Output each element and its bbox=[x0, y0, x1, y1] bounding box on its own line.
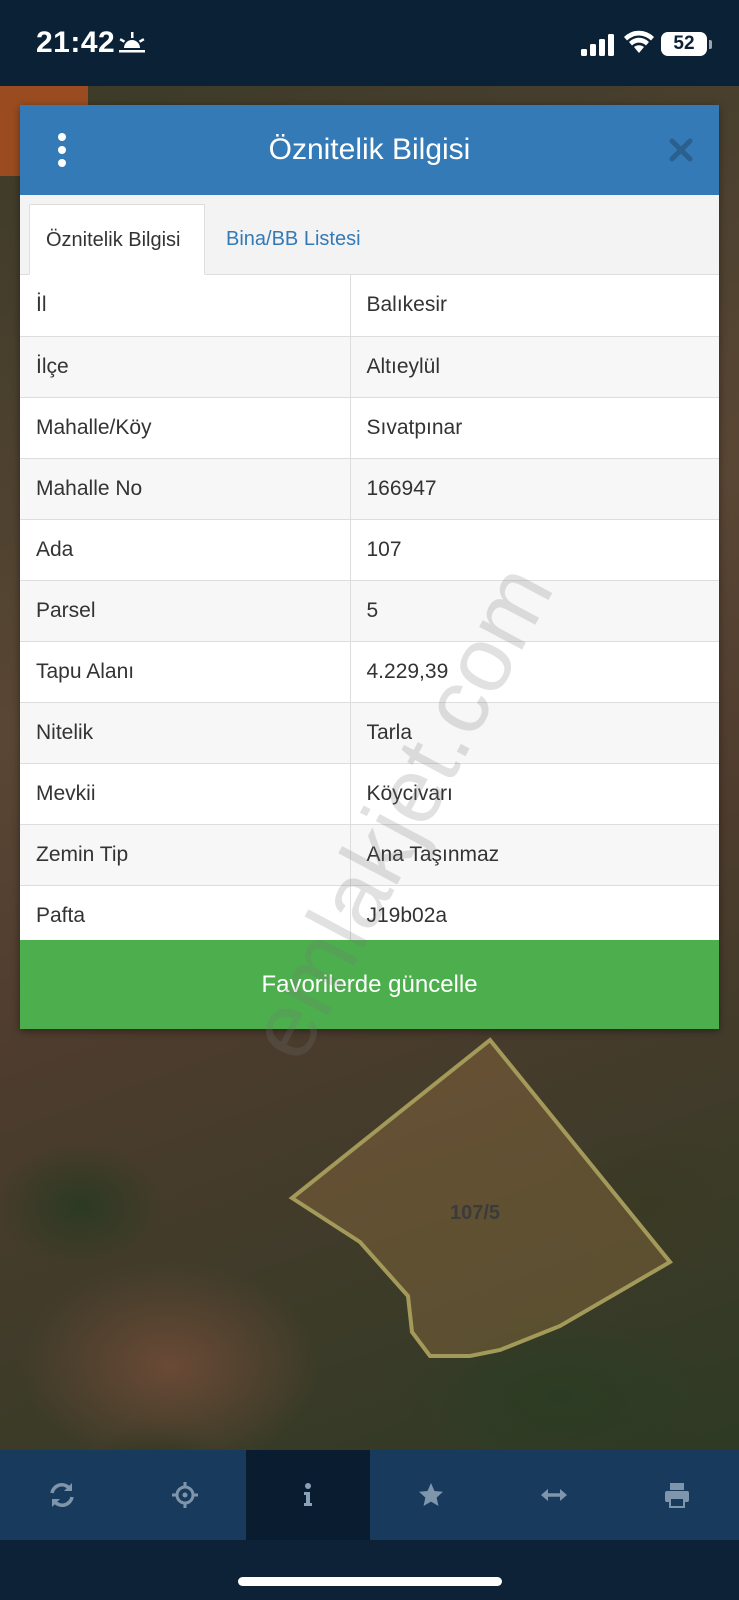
table-row: İlçe Altıeylül bbox=[20, 336, 719, 398]
info-button[interactable] bbox=[246, 1450, 370, 1540]
battery-icon: 52 bbox=[661, 32, 712, 56]
print-icon bbox=[665, 1483, 690, 1508]
table-row: Zemin Tip Ana Taşınmaz bbox=[20, 824, 719, 886]
row-value: J19b02a bbox=[350, 885, 719, 947]
table-row: Tapu Alanı 4.229,39 bbox=[20, 641, 719, 703]
row-key: İlçe bbox=[20, 336, 351, 398]
measure-icon bbox=[541, 1489, 568, 1501]
row-key: Pafta bbox=[20, 885, 351, 947]
row-key: Zemin Tip bbox=[20, 824, 351, 886]
row-key: Nitelik bbox=[20, 702, 351, 764]
row-key: Mahalle/Köy bbox=[20, 397, 351, 459]
cellular-signal-icon bbox=[581, 34, 614, 56]
modal-header: Öznitelik Bilgisi bbox=[20, 105, 719, 195]
home-indicator[interactable] bbox=[238, 1577, 502, 1586]
table-row: Mahalle No 166947 bbox=[20, 458, 719, 520]
table-row: Nitelik Tarla bbox=[20, 702, 719, 764]
status-time: 21:42 bbox=[36, 26, 116, 59]
star-icon bbox=[419, 1483, 444, 1506]
status-bar: 21:42 52 bbox=[0, 0, 739, 86]
table-row: Ada 107 bbox=[20, 519, 719, 581]
row-key: Parsel bbox=[20, 580, 351, 642]
tab-attribute-info[interactable]: Öznitelik Bilgisi bbox=[29, 204, 205, 275]
print-button[interactable] bbox=[616, 1450, 739, 1540]
tab-building-list[interactable]: Bina/BB Listesi bbox=[210, 204, 377, 275]
row-value: Ana Taşınmaz bbox=[350, 824, 719, 886]
favorites-button[interactable] bbox=[370, 1450, 493, 1540]
close-icon[interactable] bbox=[668, 137, 694, 163]
row-value: Balıkesir bbox=[350, 275, 719, 337]
table-row: Mahalle/Köy Sıvatpınar bbox=[20, 397, 719, 459]
row-key: İl bbox=[20, 275, 351, 337]
row-key: Mahalle No bbox=[20, 458, 351, 520]
sunset-icon bbox=[119, 32, 145, 53]
row-key: Tapu Alanı bbox=[20, 641, 351, 703]
row-value: Altıeylül bbox=[350, 336, 719, 398]
refresh-icon bbox=[49, 1483, 74, 1507]
locate-icon bbox=[171, 1482, 198, 1508]
row-value: Sıvatpınar bbox=[350, 397, 719, 459]
wifi-icon bbox=[624, 30, 654, 53]
table-row: Pafta J19b02a bbox=[20, 885, 719, 947]
tab-bar: Öznitelik Bilgisi Bina/BB Listesi bbox=[20, 195, 719, 275]
modal-title: Öznitelik Bilgisi bbox=[268, 133, 471, 166]
kebab-menu-icon[interactable] bbox=[54, 133, 70, 167]
update-favorites-button[interactable]: Favorilerde güncelle bbox=[20, 940, 719, 1029]
row-value: 4.229,39 bbox=[350, 641, 719, 703]
attribute-modal: Öznitelik Bilgisi Öznitelik Bilgisi Bina… bbox=[20, 105, 719, 1029]
attribute-table: İl Balıkesir İlçe Altıeylül Mahalle/Köy Sıv… bbox=[20, 275, 719, 947]
locate-button[interactable] bbox=[123, 1450, 246, 1540]
row-value: 166947 bbox=[350, 458, 719, 520]
bottom-toolbar bbox=[0, 1450, 739, 1540]
parcel-label: 107/5 bbox=[450, 1202, 500, 1224]
row-key: Mevkii bbox=[20, 763, 351, 825]
row-value: Köycivarı bbox=[350, 763, 719, 825]
measure-button[interactable] bbox=[493, 1450, 616, 1540]
row-key: Ada bbox=[20, 519, 351, 581]
row-value: 107 bbox=[350, 519, 719, 581]
info-icon bbox=[303, 1483, 312, 1506]
row-value: 5 bbox=[350, 580, 719, 642]
table-row: Parsel 5 bbox=[20, 580, 719, 642]
parcel-boundary bbox=[288, 1037, 674, 1358]
table-row: İl Balıkesir bbox=[20, 275, 719, 337]
bottom-safe-area bbox=[0, 1540, 739, 1600]
row-value: Tarla bbox=[350, 702, 719, 764]
refresh-button[interactable] bbox=[0, 1450, 123, 1540]
table-row: Mevkii Köycivarı bbox=[20, 763, 719, 825]
